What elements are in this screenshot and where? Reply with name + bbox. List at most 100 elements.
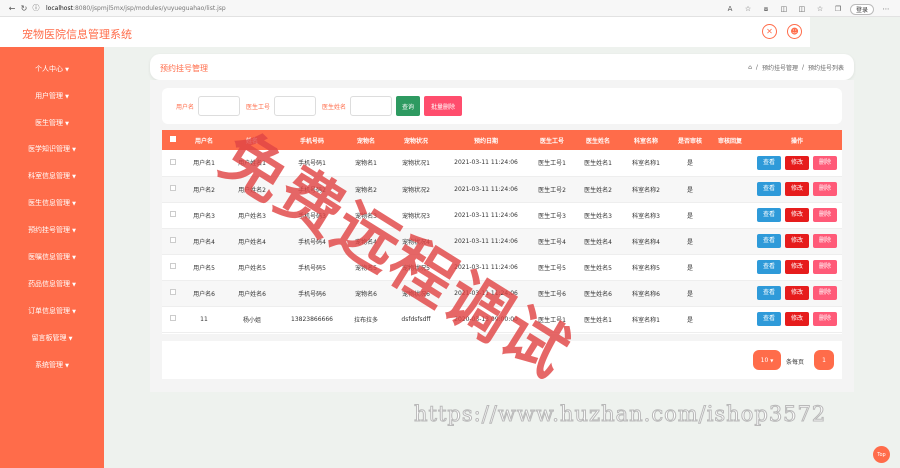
row-select-cell[interactable] — [162, 176, 184, 203]
delete-button[interactable]: 删除 — [813, 312, 837, 326]
column-header[interactable]: 医生姓名 — [576, 130, 620, 150]
edit-button[interactable]: 修改 — [785, 155, 809, 170]
sidebar-item-medical-knowledge[interactable]: 医学知识管理 ▼ — [0, 144, 104, 154]
row-select-cell[interactable] — [162, 306, 184, 333]
table-row: 用户名6 用户姓名6 手机号码6 宠物名6 宠物状况6 2021-03-11 11:24:… — [162, 280, 842, 307]
address-bar[interactable]: localhost:8080/jspmjl5mx/jsp/modules/yuy… — [46, 5, 226, 12]
table-cell: 宠物状况3 — [388, 202, 444, 229]
page-number-button[interactable]: 1 — [814, 350, 834, 370]
chevron-down-icon: ▼ — [770, 357, 774, 363]
sidebar-item-departments[interactable]: 科室信息管理 ▼ — [0, 171, 104, 181]
split-screen-icon[interactable]: ◫ — [796, 3, 808, 15]
appointment-table-card: 用户名 姓名 手机号码 宠物名 宠物状况 预约日期 医生工号 医生姓名 科室名称… — [162, 130, 842, 334]
table-cell — [708, 306, 752, 333]
back-to-top-button[interactable]: Top — [873, 446, 890, 463]
table-cell: 科室名称4 — [620, 228, 672, 255]
breadcrumb-item: 预约挂号列表 — [807, 65, 844, 72]
sidebar-item-medicines[interactable]: 药品信息管理 ▼ — [0, 279, 104, 289]
edit-button[interactable]: 修改 — [785, 312, 809, 326]
edit-button[interactable]: 修改 — [785, 286, 809, 300]
column-header[interactable]: 手机号码 — [280, 130, 344, 150]
sidebar-item-prescriptions[interactable]: 医嘱信息管理 ▼ — [0, 252, 104, 262]
favorite-star-icon[interactable]: ☆ — [742, 3, 754, 15]
delete-button[interactable]: 删除 — [813, 155, 837, 170]
table-cell: 2021-03-11 11:24:06 — [444, 150, 528, 177]
reload-icon[interactable]: ↻ — [18, 2, 30, 14]
row-checkbox[interactable] — [170, 315, 176, 321]
column-header[interactable]: 用户名 — [184, 130, 224, 150]
row-checkbox[interactable] — [170, 263, 176, 269]
sidebar-item-orders[interactable]: 订单信息管理 ▼ — [0, 306, 104, 316]
view-button[interactable]: 查看 — [757, 182, 781, 196]
column-header[interactable]: 宠物名 — [344, 130, 388, 150]
favorites-icon[interactable]: ☆ — [814, 3, 826, 15]
query-button[interactable]: 查询 — [396, 96, 420, 116]
batch-delete-button[interactable]: 批量删除 — [424, 96, 462, 116]
page-size-select[interactable]: 10 ▼ — [753, 350, 781, 370]
delete-button[interactable]: 删除 — [813, 208, 837, 222]
view-button[interactable]: 查看 — [757, 312, 781, 326]
column-header[interactable]: 预约日期 — [444, 130, 528, 150]
row-checkbox[interactable] — [170, 185, 176, 191]
sidebar-item-messages[interactable]: 留言板管理 ▼ — [0, 333, 104, 343]
column-header[interactable]: 医生工号 — [528, 130, 576, 150]
row-checkbox[interactable] — [170, 211, 176, 217]
table-header-row: 用户名 姓名 手机号码 宠物名 宠物状况 预约日期 医生工号 医生姓名 科室名称… — [162, 130, 842, 150]
profile-login-button[interactable]: 登录 — [849, 3, 874, 15]
more-menu-icon[interactable]: ⋯ — [880, 3, 892, 15]
fullscreen-icon[interactable]: ✕ — [762, 24, 777, 39]
home-icon[interactable]: ⌂ — [748, 64, 752, 71]
sidebar-item-appointments[interactable]: 预约挂号管理 ▼ — [0, 225, 104, 235]
table-cell: 用户姓名4 — [224, 228, 280, 255]
collections-icon[interactable]: ⧇ — [760, 3, 772, 15]
column-header[interactable]: 审核回复 — [708, 130, 752, 150]
chevron-down-icon: ▼ — [72, 201, 76, 207]
sidebar-item-personal-center[interactable]: 个人中心 ▼ — [0, 64, 104, 74]
table-cell: 用户姓名5 — [224, 254, 280, 281]
breadcrumb-item[interactable]: 预约挂号管理 — [762, 63, 798, 72]
row-select-cell[interactable] — [162, 254, 184, 281]
edit-button[interactable]: 修改 — [785, 182, 809, 196]
table-cell — [708, 176, 752, 203]
delete-button[interactable]: 删除 — [813, 286, 837, 300]
row-checkbox[interactable] — [170, 158, 176, 165]
chevron-down-icon: ▼ — [72, 282, 76, 288]
delete-button[interactable]: 删除 — [813, 234, 837, 248]
doctor-id-input[interactable] — [274, 96, 316, 116]
user-input[interactable] — [198, 96, 240, 116]
row-checkbox[interactable] — [170, 289, 176, 295]
select-all-header[interactable] — [162, 130, 184, 150]
sidebar-item-doctors[interactable]: 医生管理 ▼ — [0, 118, 104, 128]
column-header[interactable]: 是否审核 — [672, 130, 708, 150]
column-header[interactable]: 姓名 — [224, 130, 280, 150]
user-icon[interactable]: ☻ — [787, 24, 802, 39]
sidebar-item-system[interactable]: 系统管理 ▼ — [0, 360, 104, 370]
edit-button[interactable]: 修改 — [785, 234, 809, 248]
tabs-icon[interactable]: ❐ — [832, 3, 844, 15]
view-button[interactable]: 查看 — [757, 286, 781, 300]
sidebar-item-users[interactable]: 用户管理 ▼ — [0, 91, 104, 101]
extensions-icon[interactable]: ◫ — [778, 3, 790, 15]
read-aloud-icon[interactable]: A — [724, 3, 736, 15]
view-button[interactable]: 查看 — [757, 260, 781, 274]
info-icon[interactable]: ⓘ — [30, 2, 42, 14]
delete-button[interactable]: 删除 — [813, 260, 837, 274]
row-select-cell[interactable] — [162, 202, 184, 229]
view-button[interactable]: 查看 — [757, 208, 781, 222]
select-all-checkbox[interactable] — [170, 136, 176, 142]
column-header[interactable]: 科室名称 — [620, 130, 672, 150]
row-select-cell[interactable] — [162, 150, 184, 177]
row-select-cell[interactable] — [162, 280, 184, 307]
back-icon[interactable]: ← — [6, 2, 18, 14]
view-button[interactable]: 查看 — [757, 234, 781, 248]
sidebar-item-doctor-info[interactable]: 医生信息管理 ▼ — [0, 198, 104, 208]
row-checkbox[interactable] — [170, 237, 176, 243]
doctor-name-input[interactable] — [350, 96, 392, 116]
sidebar-item-label: 医学知识管理 — [28, 145, 71, 153]
column-header[interactable]: 宠物状况 — [388, 130, 444, 150]
edit-button[interactable]: 修改 — [785, 208, 809, 222]
delete-button[interactable]: 删除 — [813, 182, 837, 196]
view-button[interactable]: 查看 — [757, 155, 781, 170]
edit-button[interactable]: 修改 — [785, 260, 809, 274]
row-select-cell[interactable] — [162, 228, 184, 255]
